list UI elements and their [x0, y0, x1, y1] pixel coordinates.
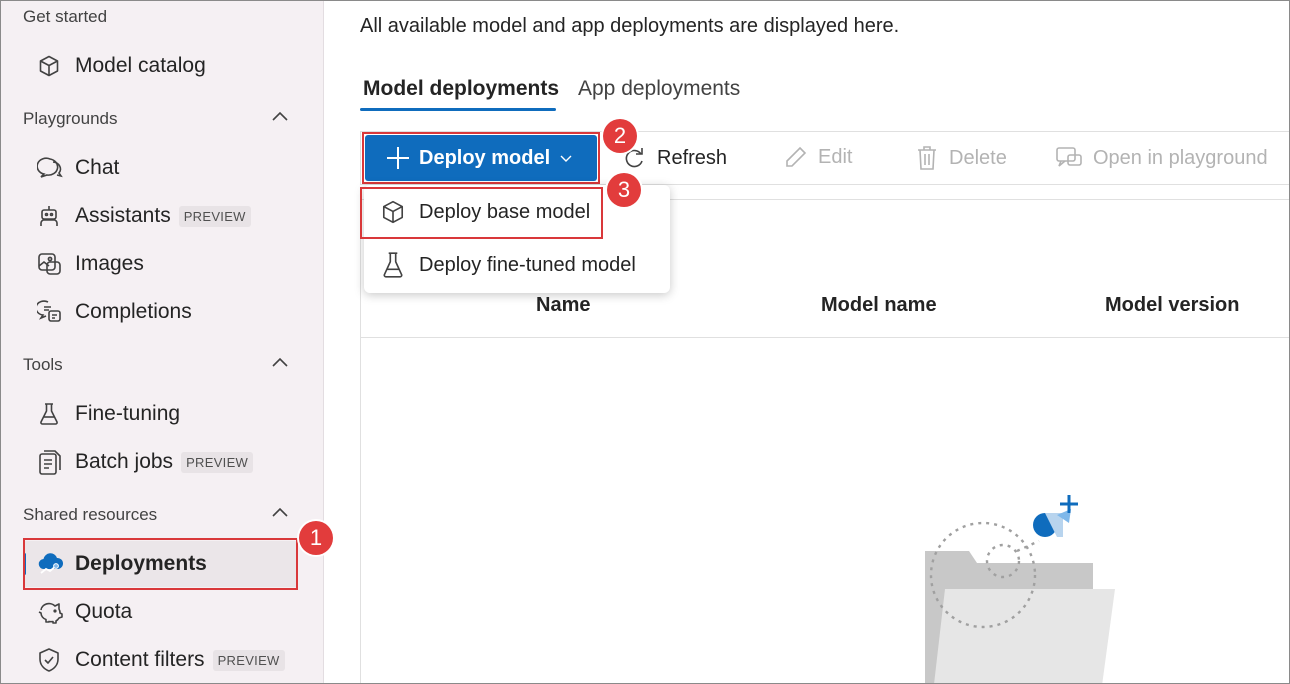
preview-badge: PREVIEW [178, 205, 251, 227]
sidebar-item-model-catalog[interactable]: Model catalog [23, 43, 297, 89]
sidebar-item-chat[interactable]: Chat [23, 145, 297, 191]
open-in-playground-button[interactable]: Open in playground [1055, 145, 1268, 171]
sidebar-item-label: Images [75, 252, 144, 275]
section-title-tools: Tools [23, 355, 63, 374]
annotation-step-1: 1 [299, 521, 333, 555]
sidebar-item-label: Fine-tuning [75, 402, 181, 425]
app-window: Get started Model catalog Playgrounds Ch… [0, 0, 1290, 684]
flask-icon [380, 250, 410, 280]
sidebar-item-batch-jobs[interactable]: Batch jobs PREVIEW [23, 439, 297, 485]
empty-state-illustration [925, 495, 1115, 683]
sidebar-item-completions[interactable]: Completions [23, 289, 297, 335]
chat-icon [37, 155, 67, 181]
menu-item-deploy-fine-tuned-model[interactable]: Deploy fine-tuned model [364, 242, 670, 288]
sidebar-item-assistants[interactable]: Assistants PREVIEW [23, 193, 297, 239]
chevron-up-icon[interactable] [271, 108, 289, 126]
chevron-up-icon[interactable] [271, 354, 289, 372]
cube-icon [380, 197, 410, 227]
refresh-button[interactable]: Refresh [621, 145, 727, 171]
sidebar-item-deployments[interactable]: Deployments [23, 541, 297, 587]
page-description: All available model and app deployments … [360, 15, 900, 37]
sidebar-item-label: Model catalog [75, 54, 206, 77]
sidebar-item-quota[interactable]: Quota [23, 589, 297, 635]
column-header-model-version[interactable]: Model version [1105, 294, 1239, 317]
chevron-up-icon[interactable] [271, 504, 289, 522]
annotation-step-3: 3 [607, 173, 641, 207]
sidebar: Get started Model catalog Playgrounds Ch… [1, 1, 324, 683]
pencil-icon [786, 146, 807, 167]
menu-item-label: Deploy fine-tuned model [419, 253, 636, 276]
trash-icon [918, 146, 936, 170]
menu-item-label: Deploy base model [419, 200, 591, 223]
section-title-shared-resources: Shared resources [23, 505, 158, 524]
annotation-step-2: 2 [603, 119, 637, 153]
open-in-playground-label: Open in playground [1093, 146, 1268, 169]
playground-icon [1056, 147, 1082, 167]
refresh-label: Refresh [657, 146, 728, 169]
sidebar-item-label: Completions [75, 300, 192, 323]
sidebar-item-images[interactable]: Images [23, 241, 297, 287]
piggy-bank-icon [37, 599, 67, 625]
cube-icon [37, 53, 67, 79]
preview-badge: PREVIEW [181, 451, 254, 473]
preview-badge: PREVIEW [212, 649, 285, 671]
plus-icon [387, 147, 409, 169]
edit-label: Edit [818, 145, 853, 168]
deploy-model-button[interactable]: Deploy model [365, 135, 597, 181]
column-header-model-name[interactable]: Model name [821, 294, 937, 317]
section-title-get-started: Get started [23, 7, 108, 26]
shield-icon [37, 647, 67, 673]
tab-app-deployments[interactable]: App deployments [578, 77, 740, 101]
sidebar-item-label: Batch jobs [75, 450, 174, 473]
delete-button[interactable]: Delete [915, 145, 1007, 171]
sidebar-item-label: Assistants [75, 204, 171, 227]
header-divider [361, 337, 1289, 338]
sidebar-item-label: Chat [75, 156, 120, 179]
image-icon [37, 251, 67, 277]
sidebar-item-label: Quota [75, 600, 133, 623]
sidebar-item-fine-tuning[interactable]: Fine-tuning [23, 391, 297, 437]
edit-button[interactable]: Edit [784, 145, 852, 169]
bot-icon [37, 203, 67, 229]
column-header-name[interactable]: Name [536, 294, 590, 317]
delete-label: Delete [949, 146, 1007, 169]
flask-icon [37, 401, 67, 427]
sidebar-item-label: Content filters [75, 648, 205, 671]
active-indicator [23, 553, 26, 575]
batch-icon [37, 449, 67, 475]
tab-active-indicator [360, 108, 556, 111]
completions-icon [37, 299, 67, 325]
chevron-down-icon [560, 155, 572, 162]
cloud-deploy-icon [37, 551, 67, 577]
sidebar-item-label: Deployments [75, 552, 207, 575]
sidebar-item-content-filters[interactable]: Content filters PREVIEW [23, 637, 297, 683]
section-title-playgrounds: Playgrounds [23, 109, 118, 128]
deploy-model-label: Deploy model [419, 146, 551, 169]
tab-model-deployments[interactable]: Model deployments [363, 77, 559, 101]
